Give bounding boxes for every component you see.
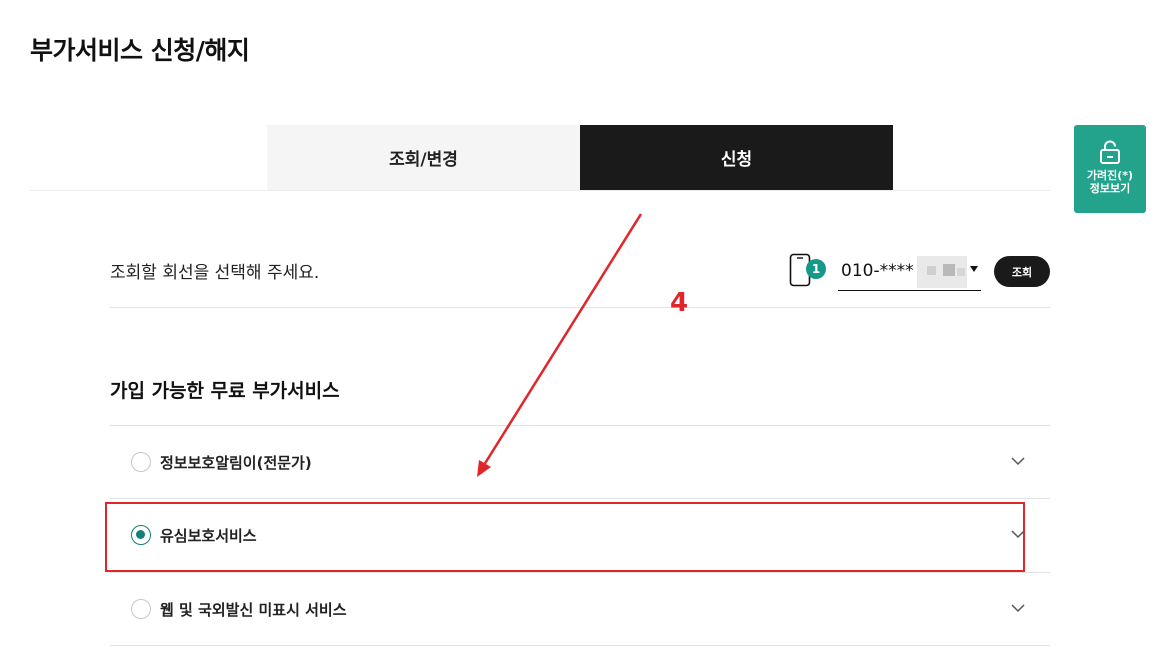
phone-number-value: 010-****: [841, 261, 914, 281]
show-hidden-info-button[interactable]: 가려진(*) 정보보기: [1074, 125, 1146, 213]
page-title: 부가서비스 신청/해지: [30, 36, 250, 65]
chevron-down-icon[interactable]: [1010, 453, 1026, 469]
section-title: 가입 가능한 무료 부가서비스: [110, 380, 340, 402]
tab-underline-divider: [30, 190, 1050, 191]
service-label: 정보보호알림이(전문가): [160, 454, 312, 472]
annotation-step-number: 4: [670, 288, 689, 318]
chevron-down-icon[interactable]: [1010, 600, 1026, 616]
line-count-badge: 1: [806, 259, 826, 279]
query-button[interactable]: 조회: [994, 256, 1050, 287]
unlock-icon: [1100, 140, 1120, 164]
divider: [110, 307, 1050, 308]
line-select-prompt: 조회할 회선을 선택해 주세요.: [110, 263, 320, 283]
radio-button[interactable]: [131, 599, 151, 619]
service-label: 웹 및 국외발신 미표시 서비스: [160, 601, 347, 619]
service-item-web-intl-caller-id-hide[interactable]: 웹 및 국외발신 미표시 서비스: [110, 573, 1050, 646]
masked-number-area: [917, 256, 967, 288]
tab-apply[interactable]: 신청: [580, 125, 893, 190]
phone-number-select[interactable]: 010-****: [838, 254, 981, 291]
service-item-info-protection-alert[interactable]: 정보보호알림이(전문가): [110, 426, 1050, 499]
tab-inquiry-change[interactable]: 조회/변경: [267, 125, 580, 190]
caret-down-icon: [970, 266, 978, 272]
radio-button[interactable]: [131, 452, 151, 472]
tab-bar: 조회/변경 신청: [267, 125, 893, 190]
show-hidden-info-label: 가려진(*) 정보보기: [1086, 169, 1134, 195]
divider: [110, 645, 1050, 646]
annotation-highlight-box: [105, 502, 1025, 572]
